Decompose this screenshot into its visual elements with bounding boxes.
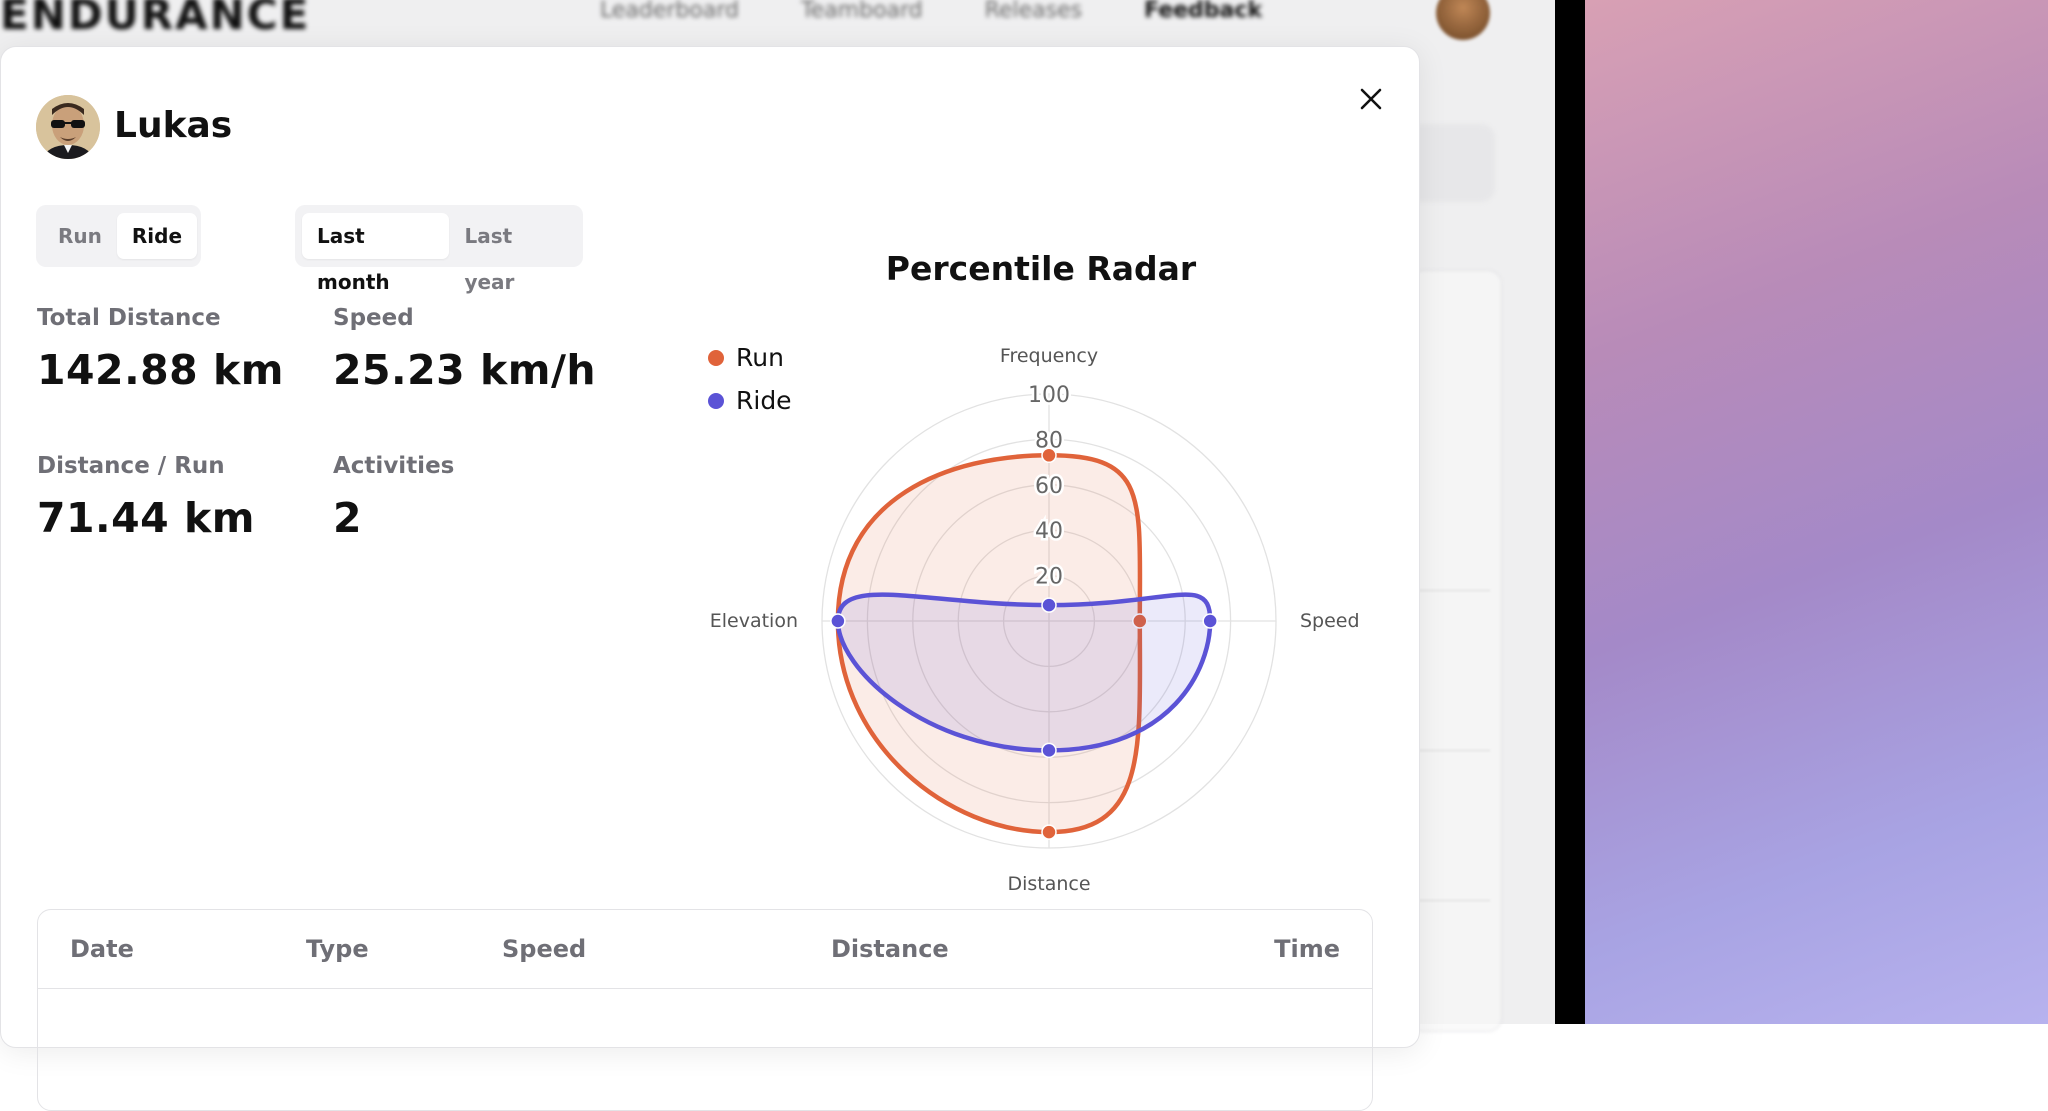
stat-label: Activities <box>333 453 455 479</box>
close-button[interactable] <box>1351 79 1391 119</box>
legend-marker-run <box>708 350 724 366</box>
radar-axis-label: Frequency <box>1000 345 1098 367</box>
user-avatar <box>36 95 100 159</box>
column-time[interactable]: Time <box>1274 910 1340 988</box>
stat-value: 25.23 km/h <box>333 346 597 394</box>
toggle-run[interactable]: Run <box>43 213 117 259</box>
activities-table: Date Type Speed Distance Time <box>37 909 1373 1111</box>
radar-point-ride <box>1041 742 1057 759</box>
radar-axis-label: Speed <box>1300 610 1360 632</box>
stat-value: 142.88 km <box>37 346 284 394</box>
desktop-wallpaper <box>1585 0 2048 1024</box>
stat-activities: Activities 2 <box>333 451 454 545</box>
radar-svg: 20 40 60 80 100 Frequency Speed Distance Elevati… <box>708 343 1360 895</box>
legend-marker-ride <box>708 393 724 409</box>
radar-point-run <box>1041 824 1057 840</box>
stat-value: 71.44 km <box>37 494 255 542</box>
legend-label-run: Run <box>736 343 784 372</box>
athlete-modal: Lukas Run Ride Last month Last year Tota… <box>0 46 1420 1111</box>
stat-speed: Speed 25.23 km/h <box>333 303 596 397</box>
toggle-last-month[interactable]: Last month <box>302 213 450 294</box>
screen-edge <box>1555 0 1585 1024</box>
user-name: Lukas <box>114 105 233 146</box>
radar-point-ride <box>1202 613 1218 629</box>
column-distance[interactable]: Distance <box>831 910 949 988</box>
column-type[interactable]: Type <box>306 910 369 988</box>
stat-total-distance: Total Distance 142.88 km <box>37 303 284 397</box>
toggle-last-year[interactable]: Last year <box>449 213 576 294</box>
legend-label-ride: Ride <box>736 386 792 415</box>
radar-point-ride <box>830 613 846 629</box>
radar-tick-label: 60 <box>1035 474 1063 499</box>
stat-value: 2 <box>333 494 363 542</box>
radar-tick-label: 20 <box>1035 565 1063 590</box>
stat-label: Distance / Run <box>37 453 225 479</box>
column-date[interactable]: Date <box>70 910 134 988</box>
radar-tick-label: 40 <box>1035 519 1063 544</box>
radar-point-ride <box>1041 597 1057 613</box>
stat-label: Speed <box>333 305 414 331</box>
radar-tick-label: 80 <box>1035 428 1063 453</box>
percentile-radar-chart: Percentile Radar 20 40 60 80 100 Frequency Spe… <box>691 197 1381 917</box>
stat-distance-per-run: Distance / Run 71.44 km <box>37 451 255 545</box>
radar-tick-label: 100 <box>1028 383 1070 408</box>
activity-type-toggle: Run Ride <box>36 205 201 267</box>
period-toggle: Last month Last year <box>295 205 583 294</box>
table-header: Date Type Speed Distance Time <box>38 910 1372 989</box>
radar-axis-label: Elevation <box>710 610 798 632</box>
close-icon <box>1360 88 1382 110</box>
toggle-ride[interactable]: Ride <box>116 213 198 259</box>
radar-axis-label: Distance <box>1007 873 1090 895</box>
column-speed[interactable]: Speed <box>502 910 586 988</box>
stat-label: Total Distance <box>37 305 221 331</box>
